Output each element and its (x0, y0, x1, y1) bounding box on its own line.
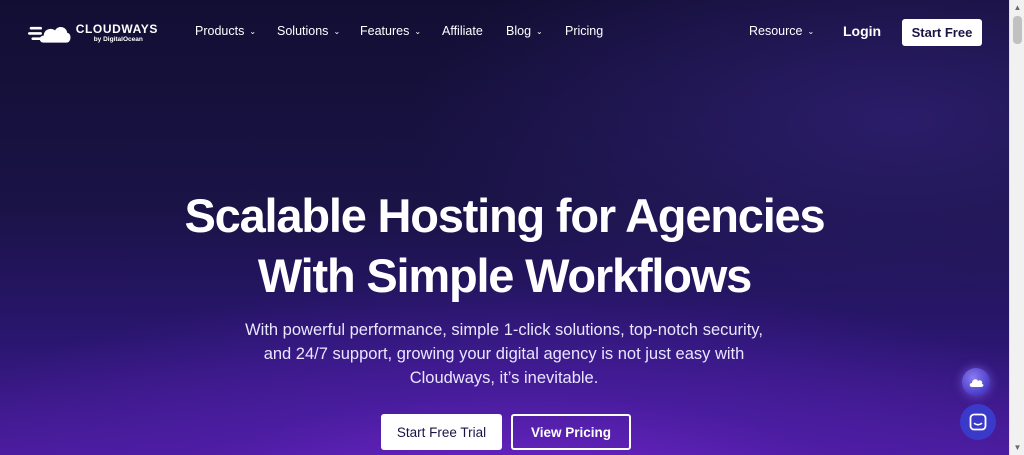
hero-subtitle-line: Cloudways, it’s inevitable. (409, 369, 599, 387)
nav-item-label: Pricing (565, 24, 604, 38)
nav-item-solutions[interactable]: Solutions ⌄ (277, 24, 340, 38)
chat-widget-button[interactable] (960, 404, 996, 440)
brand-name: CLOUDWAYS (75, 21, 158, 36)
nav-item-affiliate[interactable]: Affiliate (442, 24, 483, 38)
scroll-down-arrow-icon[interactable]: ▼ (1010, 440, 1024, 455)
chevron-down-icon: ⌄ (807, 27, 815, 36)
hero-title-line: Scalable Hosting for Agencies (184, 189, 826, 242)
brand-logo[interactable]: CLOUDWAYS by DigitalOcean (28, 17, 158, 49)
nav-item-pricing[interactable]: Pricing (565, 24, 603, 38)
chevron-down-icon: ⌄ (414, 27, 422, 36)
chevron-down-icon: ⌄ (536, 27, 543, 36)
scroll-up-arrow-icon[interactable]: ▲ (1010, 0, 1024, 15)
chevron-down-icon: ⌄ (333, 27, 341, 36)
view-pricing-button[interactable]: View Pricing (511, 414, 631, 450)
nav-item-label: Features (360, 24, 410, 38)
nav-item-label: Affiliate (442, 24, 483, 38)
nav-item-products[interactable]: Products ⌄ (195, 24, 256, 38)
nav-item-resource[interactable]: Resource ⌄ (749, 24, 814, 38)
nav-item-label: Solutions (277, 24, 329, 38)
cloud-icon (969, 379, 984, 387)
cloudways-logo-icon (28, 26, 71, 43)
hero-title: Scalable Hosting for Agencies With Simpl… (0, 186, 1009, 306)
hero-subtitle: With powerful performance, simple 1-clic… (230, 318, 778, 390)
brand-subtitle: by DigitalOcean (93, 35, 143, 43)
brand-text: CLOUDWAYS by DigitalOcean (76, 23, 158, 44)
login-link[interactable]: Login (843, 23, 881, 39)
chat-icon (969, 413, 987, 431)
vertical-scrollbar[interactable]: ▲ ▼ (1009, 0, 1024, 455)
hero-subtitle-line: With powerful performance, simple 1-clic… (245, 321, 763, 339)
hero-title-line: With Simple Workflows (257, 249, 752, 302)
nav-item-label: Blog (506, 24, 532, 38)
chevron-down-icon: ⌄ (249, 27, 257, 36)
nav-item-label: Products (195, 24, 245, 38)
nav-item-features[interactable]: Features ⌄ (360, 24, 421, 38)
start-free-trial-button[interactable]: Start Free Trial (381, 414, 502, 450)
scroll-thumb[interactable] (1013, 16, 1022, 44)
hero-subtitle-line: and 24/7 support, growing your digital a… (263, 345, 745, 363)
top-navigation: CLOUDWAYS by DigitalOcean Products ⌄ Sol… (0, 0, 1009, 64)
floating-cloud-button[interactable] (962, 368, 990, 396)
start-free-button[interactable]: Start Free (902, 19, 982, 46)
nav-item-label: Resource (749, 24, 803, 38)
nav-item-blog[interactable]: Blog ⌄ (506, 24, 543, 38)
page: CLOUDWAYS by DigitalOcean Products ⌄ Sol… (0, 0, 1009, 455)
